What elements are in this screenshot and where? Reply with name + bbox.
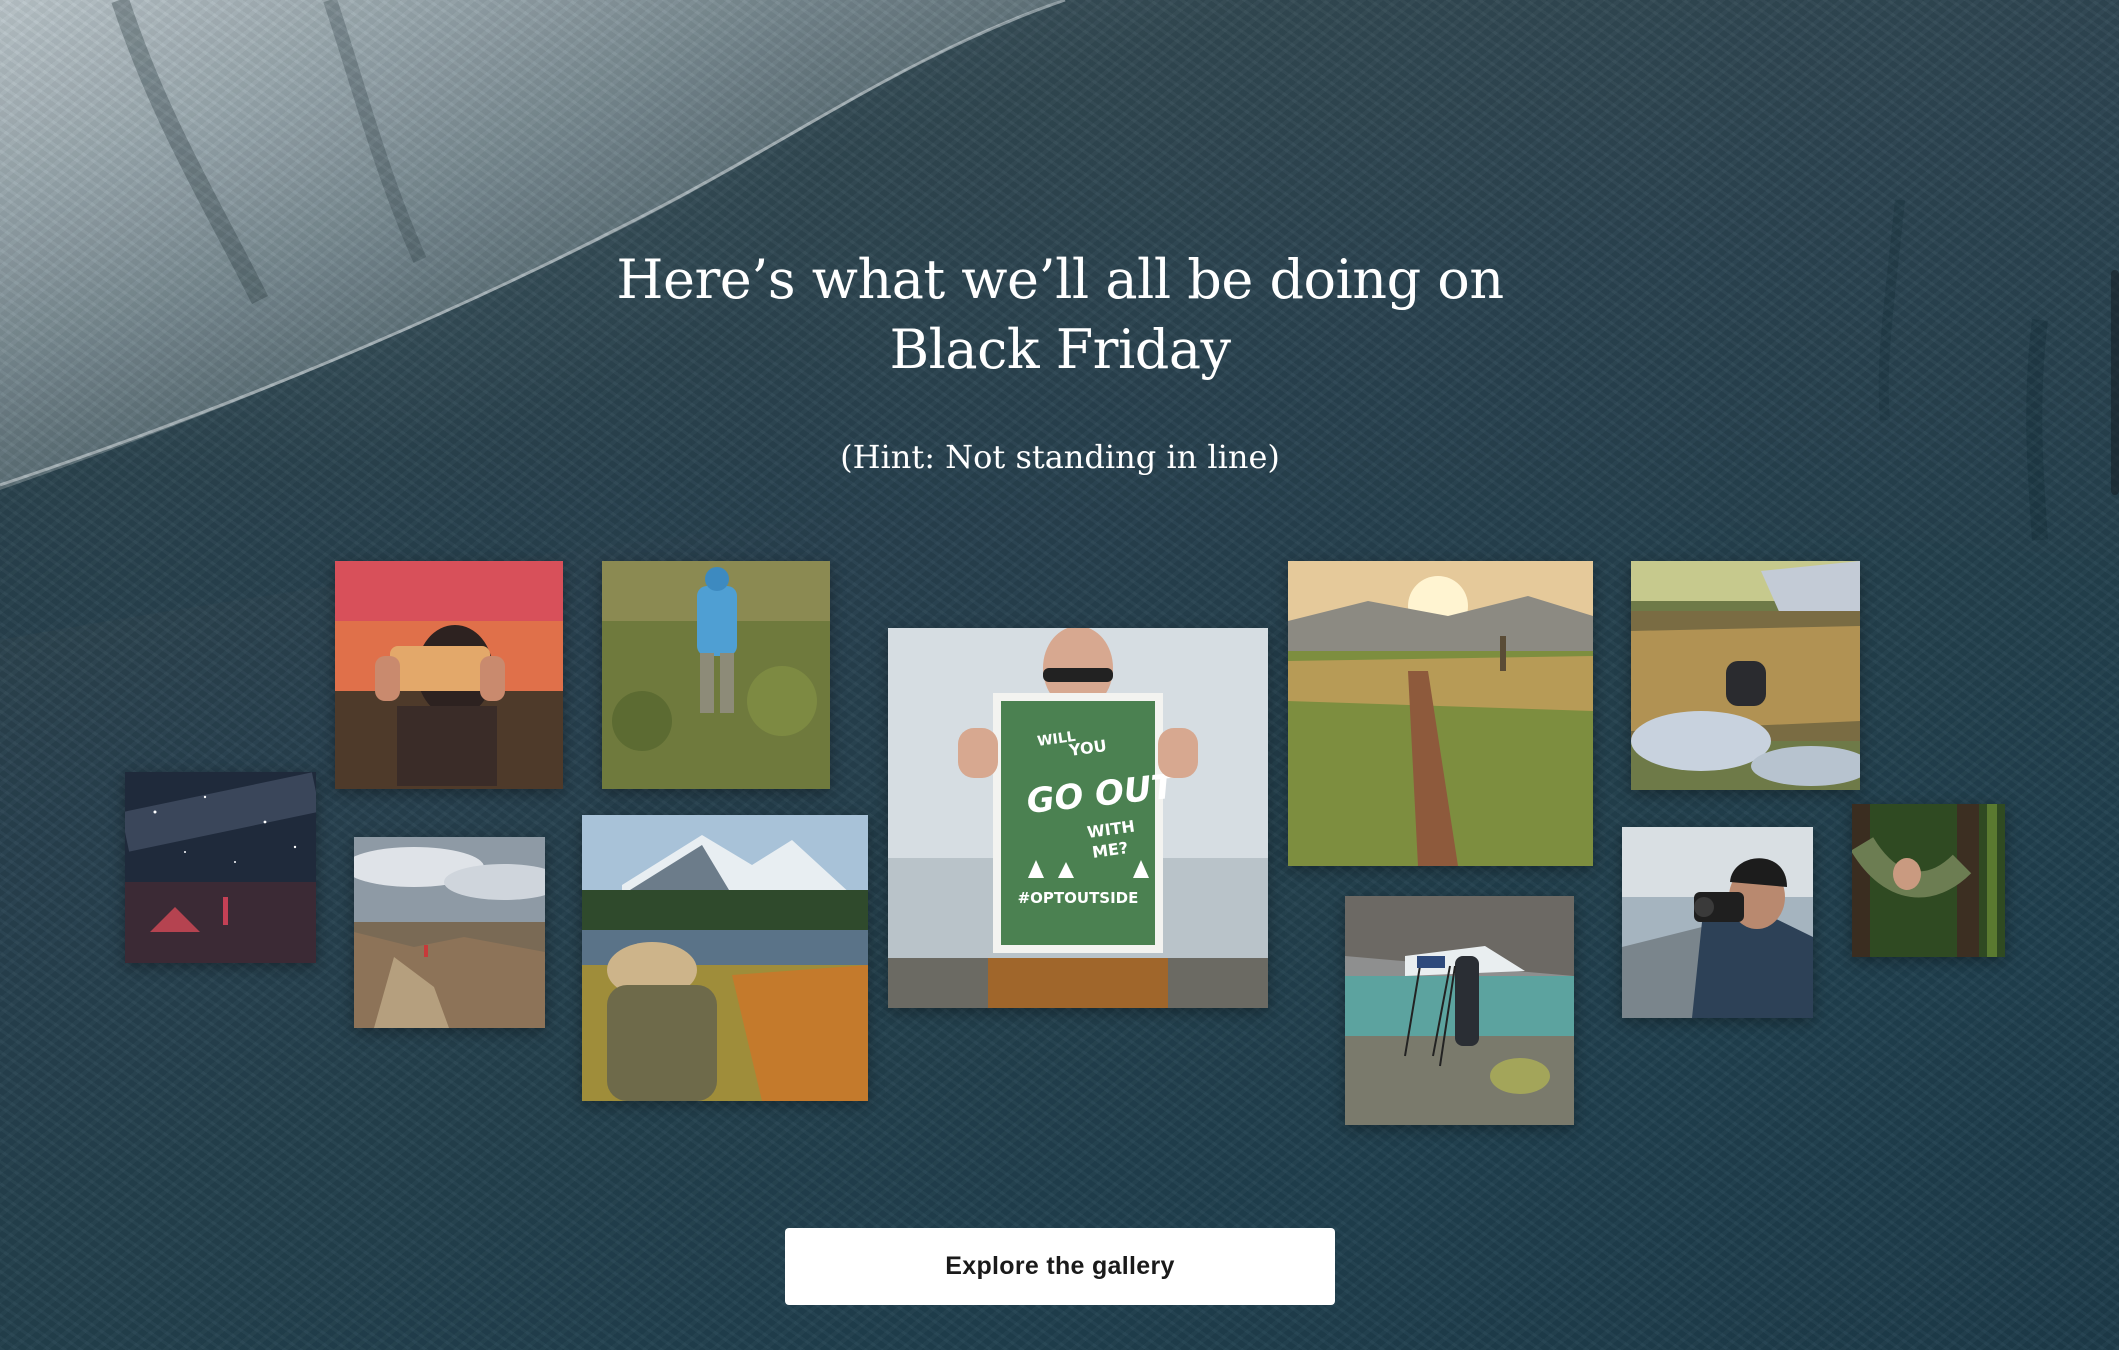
bearded-photographer-image [1622, 827, 1813, 1018]
gallery-photo-night-sky[interactable] [125, 772, 316, 963]
night-sky-image [125, 772, 316, 963]
explore-gallery-button[interactable]: Explore the gallery [785, 1228, 1335, 1305]
hiker-meadow-image [602, 561, 830, 789]
glacier-tripod-image [1345, 896, 1574, 1125]
optoutside-sign-image: WILL YOU GO OUT WITH ME? #OPTOUTSIDE [888, 628, 1268, 1008]
gallery-photo-alpine-lake[interactable] [582, 815, 868, 1101]
headline-line-2: Black Friday [889, 318, 1231, 381]
scrollbar-thumb[interactable] [2111, 270, 2119, 495]
gallery-photo-stream[interactable] [1631, 561, 1860, 790]
hammock-image [1852, 804, 2005, 957]
page-headline: Here’s what we’ll all be doing on Black … [560, 245, 1560, 385]
gallery-photo-glacier-tripod[interactable] [1345, 896, 1574, 1125]
hint-subtitle: (Hint: Not standing in line) [840, 438, 1280, 476]
gallery-photo-phone-sunset[interactable] [335, 561, 563, 789]
alpine-lake-image [582, 815, 868, 1101]
sign-line-hashtag: #OPTOUTSIDE [1018, 889, 1139, 907]
gallery-photo-hiker-meadow[interactable] [602, 561, 830, 789]
headline-line-1: Here’s what we’ll all be doing on [616, 248, 1504, 311]
gallery-photo-canyon[interactable] [354, 837, 545, 1028]
grassy-trail-image [1288, 561, 1593, 866]
stream-image [1631, 561, 1860, 790]
gallery-photo-hammock[interactable] [1852, 804, 2005, 957]
phone-sunset-image [335, 561, 563, 789]
gallery-photo-bearded-photographer[interactable] [1622, 827, 1813, 1018]
canyon-image [354, 837, 545, 1028]
gallery-photo-grassy-trail[interactable] [1288, 561, 1593, 866]
gallery-photo-optoutside-sign[interactable]: WILL YOU GO OUT WITH ME? #OPTOUTSIDE [888, 628, 1268, 1008]
